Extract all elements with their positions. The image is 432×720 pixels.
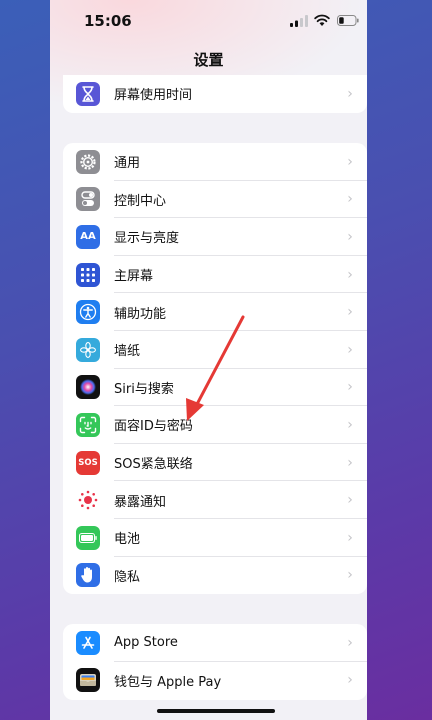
settings-row-label: 面容ID与密码 [114,419,193,435]
cellular-signal-icon [290,15,308,27]
settings-row-exposure-notifications[interactable]: 暴露通知 › [63,481,367,519]
settings-row-display-brightness[interactable]: AA 显示与亮度 › [63,218,367,256]
chevron-right-icon: › [347,341,353,358]
settings-row-label: 暴露通知 [114,494,167,510]
settings-row-app-store[interactable]: App Store › [63,624,367,662]
gear-icon [76,149,100,174]
text-size-icon-glyph: AA [80,231,96,243]
hourglass-icon [76,81,100,106]
settings-row-label: 显示与亮度 [114,231,180,247]
chevron-right-icon: › [347,634,353,651]
phone-screen: 15:06 设置 屏幕使用时间 › 通用 › 控制中心 › AA 显示与亮度 ›… [50,0,367,720]
chevron-right-icon: › [347,266,353,283]
exposure-notification-icon [76,488,100,513]
settings-row-label: 控制中心 [114,193,167,209]
settings-row-battery[interactable]: 电池 › [63,519,367,557]
settings-row-label: 电池 [114,532,141,548]
settings-row-control-center[interactable]: 控制中心 › [63,181,367,219]
chevron-right-icon: › [347,85,353,102]
chevron-right-icon: › [347,379,353,396]
battery-icon [76,525,100,550]
settings-row-label: 通用 [114,156,141,172]
settings-row-label: 隐私 [114,569,141,585]
chevron-right-icon: › [347,492,353,509]
settings-group-main: 通用 › 控制中心 › AA 显示与亮度 › 主屏幕 › 辅助功能 › 墙纸 ›… [63,143,367,594]
settings-row-label: 屏幕使用时间 [114,88,193,104]
chevron-right-icon: › [347,416,353,433]
settings-row-general[interactable]: 通用 › [63,143,367,181]
flower-icon [76,337,100,362]
wallet-icon [76,668,100,693]
settings-row-face-id-passcode[interactable]: 面容ID与密码 › [63,406,367,444]
chevron-right-icon: › [347,529,353,546]
hand-icon [76,563,100,588]
battery-icon [337,15,359,26]
settings-row-accessibility[interactable]: 辅助功能 › [63,293,367,331]
wifi-icon [314,14,330,26]
settings-row-label: App Store [114,635,178,651]
home-indicator [157,709,275,713]
face-id-icon [76,412,100,437]
settings-row-screen-time[interactable]: 屏幕使用时间 › [63,75,367,113]
settings-row-label: 辅助功能 [114,306,167,322]
chevron-right-icon: › [347,228,353,245]
chevron-right-icon: › [347,454,353,471]
settings-row-label: 墙纸 [114,344,141,360]
app-store-icon [76,630,100,655]
settings-row-wallpaper[interactable]: 墙纸 › [63,331,367,369]
settings-row-wallet-apple-pay[interactable]: 钱包与 Apple Pay › [63,662,367,700]
settings-row-label: 钱包与 Apple Pay [114,674,222,690]
page-title: 设置 [193,51,224,69]
toggle-switches-icon [76,187,100,212]
sos-icon: SOS [76,450,100,475]
chevron-right-icon: › [347,567,353,584]
settings-row-siri-search[interactable]: Siri与搜索 › [63,369,367,407]
chevron-right-icon: › [347,153,353,170]
app-grid-icon [76,262,100,287]
settings-group-screen-time: 屏幕使用时间 › [63,75,367,113]
settings-group-store: App Store › 钱包与 Apple Pay › [63,624,367,700]
settings-row-label: 主屏幕 [114,269,154,285]
accessibility-icon [76,300,100,325]
settings-row-home-screen[interactable]: 主屏幕 › [63,256,367,294]
status-bar: 15:06 [50,0,367,44]
siri-icon [76,375,100,400]
status-time: 15:06 [84,12,132,30]
chevron-right-icon: › [347,191,353,208]
chevron-right-icon: › [347,304,353,321]
text-size-icon: AA [76,224,100,249]
settings-row-label: SOS紧急联络 [114,457,193,473]
chevron-right-icon: › [347,672,353,689]
sos-icon-glyph: SOS [78,457,98,468]
settings-row-privacy[interactable]: 隐私 › [63,557,367,594]
settings-row-emergency-sos[interactable]: SOS SOS紧急联络 › [63,444,367,482]
settings-row-label: Siri与搜索 [114,381,174,397]
